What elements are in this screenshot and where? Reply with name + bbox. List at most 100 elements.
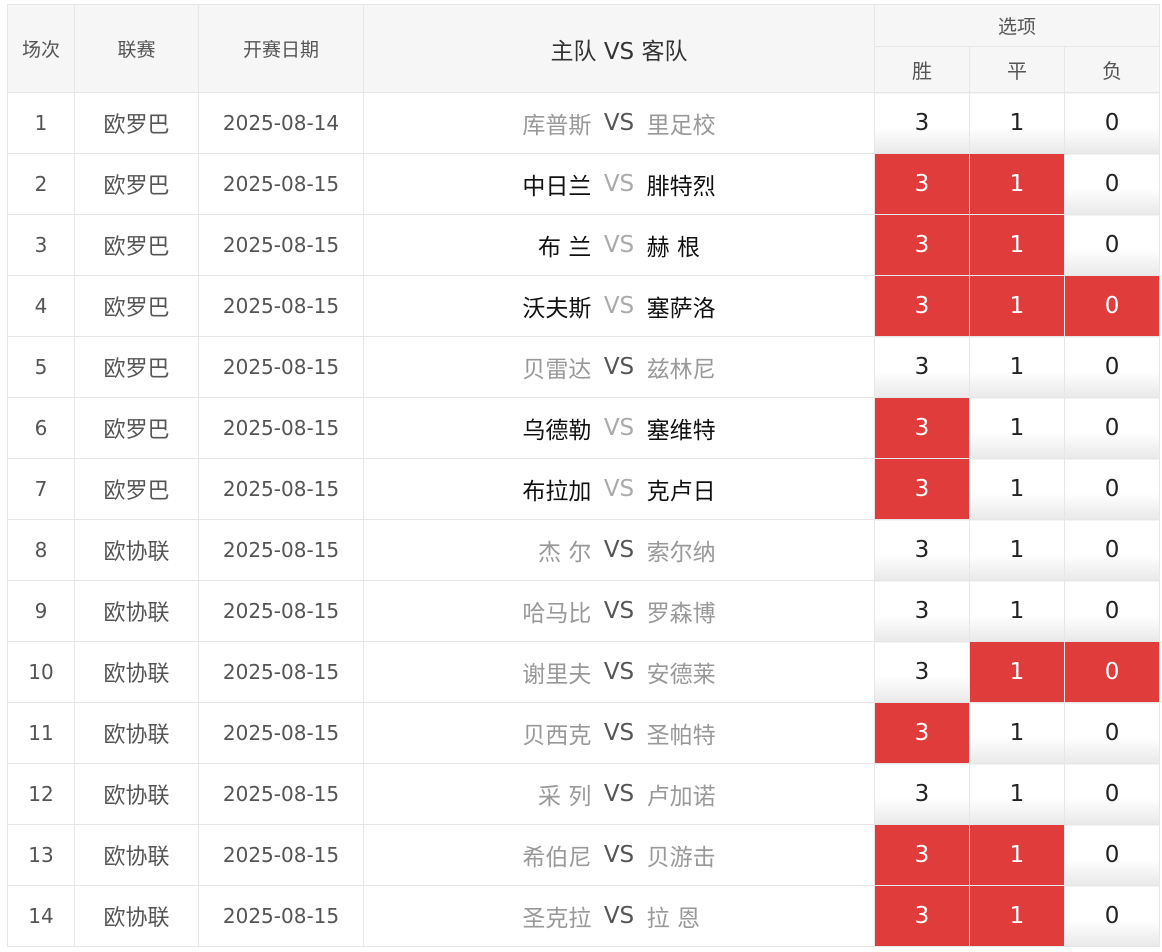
option-lose-button[interactable]: 0 [1063,519,1161,581]
option-draw-button[interactable]: 1 [969,92,1065,154]
option-win-button[interactable]: 3 [874,275,970,337]
match-cell: 圣克拉 VS 拉 恩 [363,885,875,947]
table-row: 10 欧协联 2025-08-15 谢里夫 VS 安德莱 3 1 0 [7,641,1161,703]
league-name: 欧罗巴 [74,397,199,459]
option-win-button[interactable]: 3 [874,458,970,520]
away-team: 里足校 [646,113,716,139]
option-draw-button[interactable]: 1 [969,458,1065,520]
option-win-button[interactable]: 3 [874,641,970,703]
match-date: 2025-08-15 [198,336,364,398]
match-table: 场次 联赛 开赛日期 主队 VS 客队 选项 胜 平 负 1 欧罗巴 2025-… [7,4,1161,947]
option-draw-button[interactable]: 1 [969,580,1065,642]
table-row: 7 欧罗巴 2025-08-15 布拉加 VS 克卢日 3 1 0 [7,458,1161,520]
match-teams: 杰 尔 VS 索尔纳 [364,533,874,567]
match-date: 2025-08-15 [198,702,364,764]
option-win-button[interactable]: 3 [874,580,970,642]
table-row: 2 欧罗巴 2025-08-15 中日兰 VS 腓特烈 3 1 0 [7,153,1161,215]
option-draw-button[interactable]: 1 [969,702,1065,764]
match-cell: 希伯尼 VS 贝游击 [363,824,875,886]
vs-label: VS [603,659,635,685]
match-date: 2025-08-15 [198,153,364,215]
vs-label: VS [603,354,635,380]
option-lose-button[interactable]: 0 [1063,824,1161,886]
table-row: 6 欧罗巴 2025-08-15 乌德勒 VS 塞维特 3 1 0 [7,397,1161,459]
option-lose-button[interactable]: 0 [1063,885,1161,947]
option-draw-button[interactable]: 1 [969,763,1065,825]
vs-label: VS [603,781,635,807]
option-lose-button[interactable]: 0 [1063,458,1161,520]
option-win-button[interactable]: 3 [874,519,970,581]
option-draw-button[interactable]: 1 [969,214,1065,276]
vs-label: VS [603,293,635,319]
vs-label: VS [603,110,635,136]
option-draw-button[interactable]: 1 [969,519,1065,581]
table-row: 13 欧协联 2025-08-15 希伯尼 VS 贝游击 3 1 0 [7,824,1161,886]
match-number: 12 [7,763,75,825]
vs-label: VS [603,171,635,197]
match-cell: 布 兰 VS 赫 根 [363,214,875,276]
option-lose-button[interactable]: 0 [1063,702,1161,764]
match-teams: 贝西克 VS 圣帕特 [364,716,874,750]
match-date: 2025-08-15 [198,763,364,825]
home-team: 哈马比 [522,601,592,627]
match-date: 2025-08-15 [198,458,364,520]
option-draw-button[interactable]: 1 [969,336,1065,398]
option-draw-button[interactable]: 1 [969,153,1065,215]
header-match: 主队 VS 客队 [363,4,875,93]
option-lose-button[interactable]: 0 [1063,763,1161,825]
option-win-button[interactable]: 3 [874,763,970,825]
header-no: 场次 [7,4,75,93]
match-teams: 圣克拉 VS 拉 恩 [364,899,874,933]
table-row: 9 欧协联 2025-08-15 哈马比 VS 罗森博 3 1 0 [7,580,1161,642]
home-team: 圣克拉 [522,906,592,932]
vs-label: VS [603,903,635,929]
option-draw-button[interactable]: 1 [969,641,1065,703]
option-win-button[interactable]: 3 [874,214,970,276]
vs-label: VS [603,598,635,624]
option-lose-button[interactable]: 0 [1063,580,1161,642]
match-cell: 贝西克 VS 圣帕特 [363,702,875,764]
option-draw-button[interactable]: 1 [969,397,1065,459]
vs-label: VS [603,537,635,563]
home-team: 谢里夫 [522,662,592,688]
away-team: 塞萨洛 [646,296,716,322]
match-cell: 布拉加 VS 克卢日 [363,458,875,520]
match-table-container: 场次 联赛 开赛日期 主队 VS 客队 选项 胜 平 负 1 欧罗巴 2025-… [7,4,1161,947]
match-date: 2025-08-14 [198,92,364,154]
home-team: 杰 尔 [538,540,592,566]
match-cell: 中日兰 VS 腓特烈 [363,153,875,215]
match-date: 2025-08-15 [198,580,364,642]
home-team: 库普斯 [522,113,592,139]
match-date: 2025-08-15 [198,214,364,276]
option-win-button[interactable]: 3 [874,885,970,947]
option-draw-button[interactable]: 1 [969,824,1065,886]
option-win-button[interactable]: 3 [874,397,970,459]
home-team: 贝雷达 [522,357,592,383]
option-lose-button[interactable]: 0 [1063,397,1161,459]
league-name: 欧罗巴 [74,336,199,398]
home-team: 乌德勒 [522,418,592,444]
option-win-button[interactable]: 3 [874,153,970,215]
option-win-button[interactable]: 3 [874,824,970,886]
match-teams: 中日兰 VS 腓特烈 [364,167,874,201]
option-win-button[interactable]: 3 [874,336,970,398]
option-draw-button[interactable]: 1 [969,885,1065,947]
option-win-button[interactable]: 3 [874,92,970,154]
header-win: 胜 [874,46,970,93]
match-teams: 哈马比 VS 罗森博 [364,594,874,628]
header-draw: 平 [969,46,1065,93]
home-team: 希伯尼 [522,845,592,871]
option-lose-button[interactable]: 0 [1063,641,1161,703]
vs-label: VS [603,842,635,868]
option-lose-button[interactable]: 0 [1063,92,1161,154]
option-lose-button[interactable]: 0 [1063,275,1161,337]
option-draw-button[interactable]: 1 [969,275,1065,337]
option-lose-button[interactable]: 0 [1063,153,1161,215]
option-win-button[interactable]: 3 [874,702,970,764]
league-name: 欧罗巴 [74,275,199,337]
option-lose-button[interactable]: 0 [1063,336,1161,398]
league-name: 欧协联 [74,580,199,642]
match-number: 10 [7,641,75,703]
away-team: 圣帕特 [646,723,716,749]
option-lose-button[interactable]: 0 [1063,214,1161,276]
